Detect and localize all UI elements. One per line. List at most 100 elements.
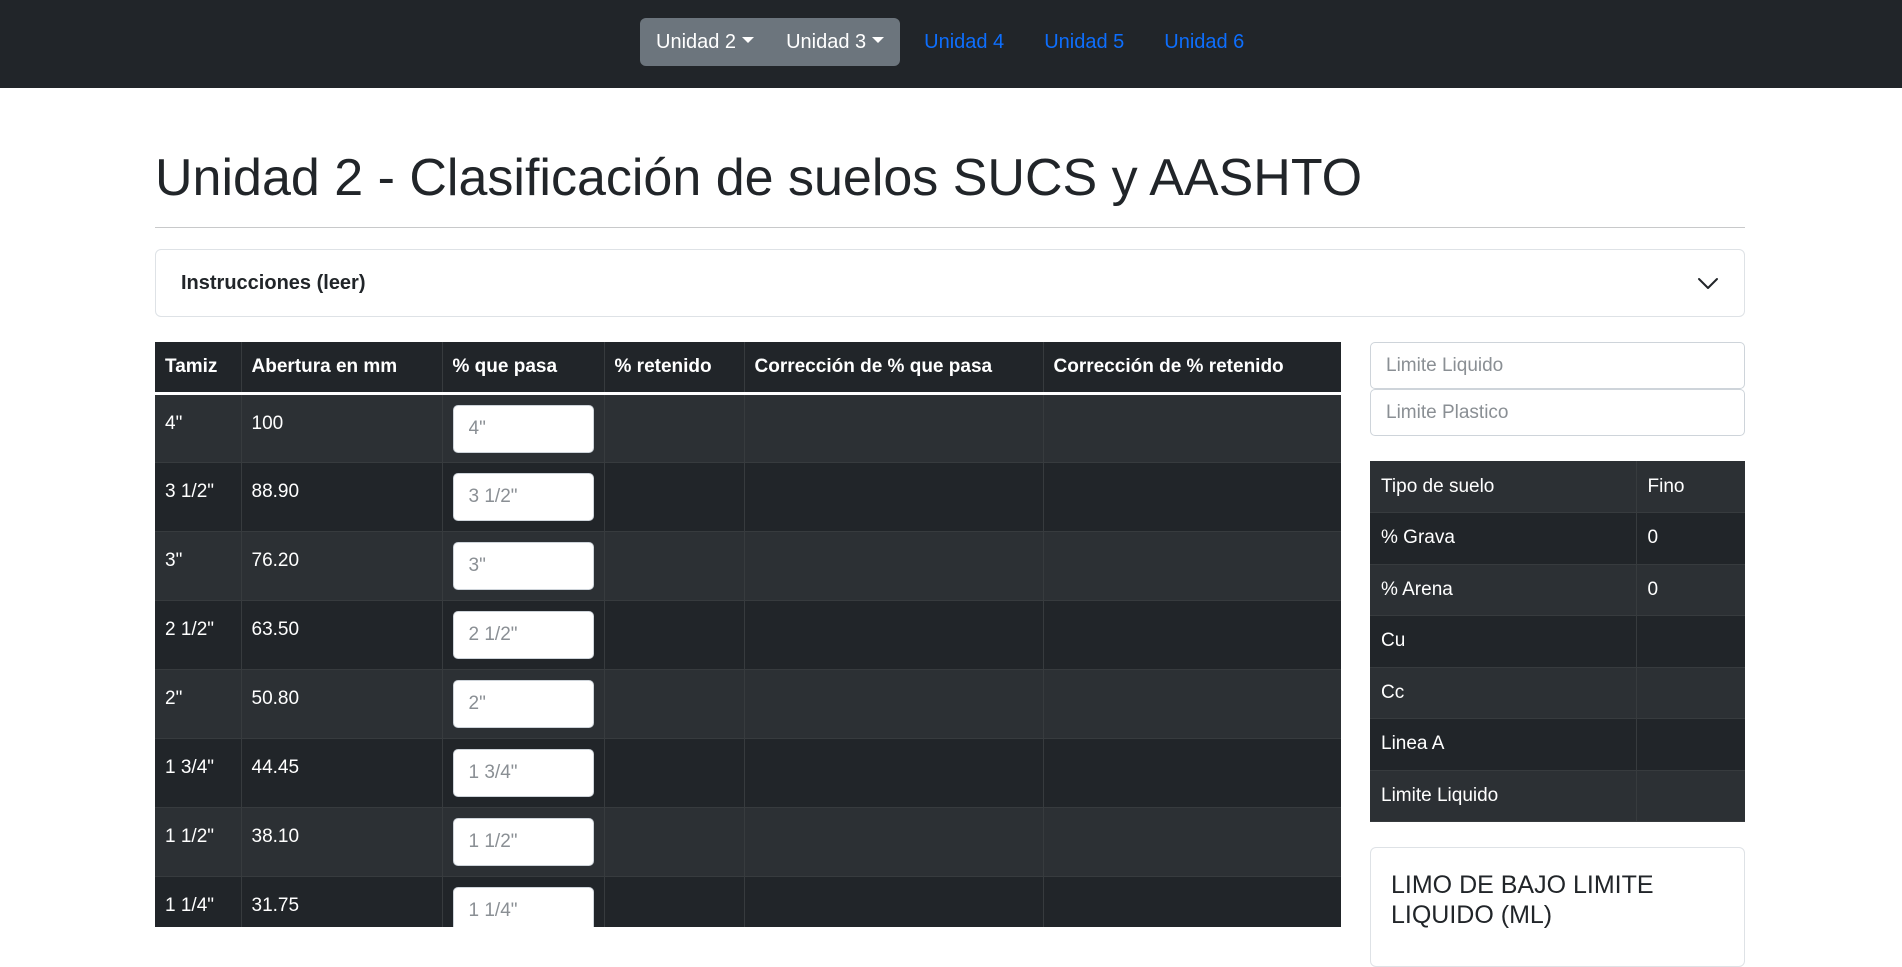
tamiz-cell: 2 1/2" <box>155 600 242 670</box>
correccion-retenido-cell <box>1043 738 1341 808</box>
correccion-pasa-cell <box>744 807 1044 877</box>
column-header-correccion-retenido: Corrección de % retenido <box>1043 342 1341 395</box>
column-header-tamiz: Tamiz <box>155 342 242 395</box>
correccion-retenido-cell <box>1043 876 1341 927</box>
table-row: 1 1/2" 38.10 <box>155 807 1341 877</box>
summary-value: Fino <box>1636 461 1745 513</box>
summary-table: Tipo de suelo Fino % Grava 0 % Arena 0 C… <box>1370 461 1745 822</box>
nav-link-unidad-5[interactable]: Unidad 5 <box>1024 31 1144 54</box>
tamiz-cell: 1 1/2" <box>155 807 242 877</box>
pasa-input[interactable] <box>452 541 594 590</box>
nav-menu: Unidad 2 Unidad 3 Unidad 4 Unidad 5 Unid… <box>640 18 1264 66</box>
pasa-cell <box>442 600 605 670</box>
summary-label: % Arena <box>1370 564 1637 616</box>
result-card: LIMO DE BAJO LIMITE LIQUIDO (ML) <box>1370 847 1745 967</box>
correccion-pasa-cell <box>744 462 1044 532</box>
nav-dropdown-unidad-2[interactable]: Unidad 2 <box>640 18 771 66</box>
sieve-table: Tamiz Abertura en mm % que pasa % reteni… <box>155 342 1341 927</box>
table-row: 2" 50.80 <box>155 669 1341 739</box>
summary-row: Cc <box>1370 667 1745 719</box>
limite-liquido-input[interactable] <box>1370 342 1745 389</box>
correccion-retenido-cell <box>1043 393 1341 463</box>
tamiz-cell: 3 1/2" <box>155 462 242 532</box>
nav-dropdown-unidad-3[interactable]: Unidad 3 <box>770 18 901 66</box>
pasa-cell <box>442 393 605 463</box>
abertura-cell: 88.90 <box>241 462 443 532</box>
table-row: 3" 76.20 <box>155 531 1341 601</box>
pasa-input[interactable] <box>452 404 594 453</box>
correccion-retenido-cell <box>1043 600 1341 670</box>
correccion-pasa-cell <box>744 738 1044 808</box>
correccion-retenido-cell <box>1043 807 1341 877</box>
nav-link-unidad-4[interactable]: Unidad 4 <box>904 31 1024 54</box>
correccion-pasa-cell <box>744 876 1044 927</box>
summary-value <box>1636 615 1745 668</box>
summary-row: % Arena 0 <box>1370 564 1745 616</box>
summary-label: Limite Liquido <box>1370 770 1637 822</box>
summary-value <box>1636 718 1745 771</box>
summary-value: 0 <box>1636 564 1745 616</box>
table-row: 2 1/2" 63.50 <box>155 600 1341 670</box>
correccion-pasa-cell <box>744 393 1044 463</box>
abertura-cell: 44.45 <box>241 738 443 808</box>
pasa-cell <box>442 738 605 808</box>
retenido-cell <box>604 393 745 463</box>
table-row: 1 3/4" 44.45 <box>155 738 1341 808</box>
column-header-pasa: % que pasa <box>442 342 605 395</box>
nav-link-unidad-6[interactable]: Unidad 6 <box>1144 31 1264 54</box>
pasa-cell <box>442 876 605 927</box>
abertura-cell: 50.80 <box>241 669 443 739</box>
correccion-retenido-cell <box>1043 531 1341 601</box>
tamiz-cell: 4" <box>155 393 242 463</box>
limite-plastico-input[interactable] <box>1370 389 1745 436</box>
correccion-pasa-cell <box>744 531 1044 601</box>
abertura-cell: 100 <box>241 393 443 463</box>
summary-row: Linea A <box>1370 718 1745 771</box>
retenido-cell <box>604 876 745 927</box>
summary-value: 0 <box>1636 512 1745 565</box>
table-row: 1 1/4" 31.75 <box>155 876 1341 927</box>
tamiz-cell: 1 3/4" <box>155 738 242 808</box>
abertura-cell: 76.20 <box>241 531 443 601</box>
summary-label: % Grava <box>1370 512 1637 565</box>
top-navbar: Unidad 2 Unidad 3 Unidad 4 Unidad 5 Unid… <box>0 0 1902 88</box>
correccion-retenido-cell <box>1043 462 1341 532</box>
summary-label: Linea A <box>1370 718 1637 771</box>
pasa-input[interactable] <box>452 748 594 797</box>
pasa-input[interactable] <box>452 679 594 728</box>
abertura-cell: 38.10 <box>241 807 443 877</box>
tamiz-cell: 1 1/4" <box>155 876 242 927</box>
page-title: Unidad 2 - Clasificación de suelos SUCS … <box>155 149 1363 207</box>
pasa-cell <box>442 669 605 739</box>
retenido-cell <box>604 738 745 808</box>
pasa-cell <box>442 462 605 532</box>
correccion-retenido-cell <box>1043 669 1341 739</box>
instructions-accordion[interactable]: Instrucciones (leer) <box>155 249 1745 317</box>
summary-label: Tipo de suelo <box>1370 461 1637 513</box>
pasa-input[interactable] <box>452 472 594 521</box>
title-divider <box>155 227 1745 228</box>
pasa-input[interactable] <box>452 817 594 866</box>
retenido-cell <box>604 669 745 739</box>
summary-label: Cc <box>1370 667 1637 719</box>
summary-row: Limite Liquido <box>1370 770 1745 822</box>
summary-label: Cu <box>1370 615 1637 668</box>
retenido-cell <box>604 600 745 670</box>
column-header-correccion-pasa: Corrección de % que pasa <box>744 342 1044 395</box>
retenido-cell <box>604 462 745 532</box>
accordion-label: Instrucciones (leer) <box>181 271 366 294</box>
pasa-input[interactable] <box>452 886 594 927</box>
pasa-cell <box>442 531 605 601</box>
pasa-input[interactable] <box>452 610 594 659</box>
nav-dropdown-label: Unidad 2 <box>656 30 737 53</box>
nav-dropdown-label: Unidad 3 <box>786 30 867 53</box>
summary-row: Cu <box>1370 615 1745 668</box>
retenido-cell <box>604 531 745 601</box>
abertura-cell: 63.50 <box>241 600 443 670</box>
tamiz-cell: 2" <box>155 669 242 739</box>
caret-down-icon <box>742 37 755 43</box>
abertura-cell: 31.75 <box>241 876 443 927</box>
summary-row: Tipo de suelo Fino <box>1370 461 1745 513</box>
tamiz-cell: 3" <box>155 531 242 601</box>
summary-value <box>1636 667 1745 719</box>
